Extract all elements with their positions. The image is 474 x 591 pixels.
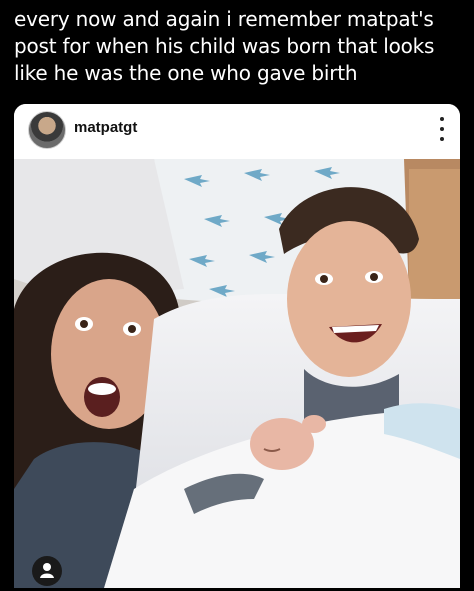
post-header: matpatgt: [14, 104, 460, 156]
post-photo-illustration: [14, 159, 460, 588]
more-options-icon[interactable]: [438, 117, 446, 141]
caption-line-3: like he was the one who gave birth: [14, 61, 358, 85]
profile-avatar[interactable]: [28, 111, 66, 149]
user-icon-glyph: [40, 563, 54, 578]
caption-line-2: post for when his child was born that lo…: [14, 34, 435, 58]
caption-line-1: every now and again i remember matpat's: [14, 7, 434, 31]
post-username[interactable]: matpatgt: [74, 119, 137, 136]
instagram-post-card: matpatgt: [14, 104, 460, 588]
meme-caption: every now and again i remember matpat's …: [14, 6, 464, 87]
user-icon[interactable]: [32, 556, 62, 586]
post-photo[interactable]: [14, 159, 460, 588]
